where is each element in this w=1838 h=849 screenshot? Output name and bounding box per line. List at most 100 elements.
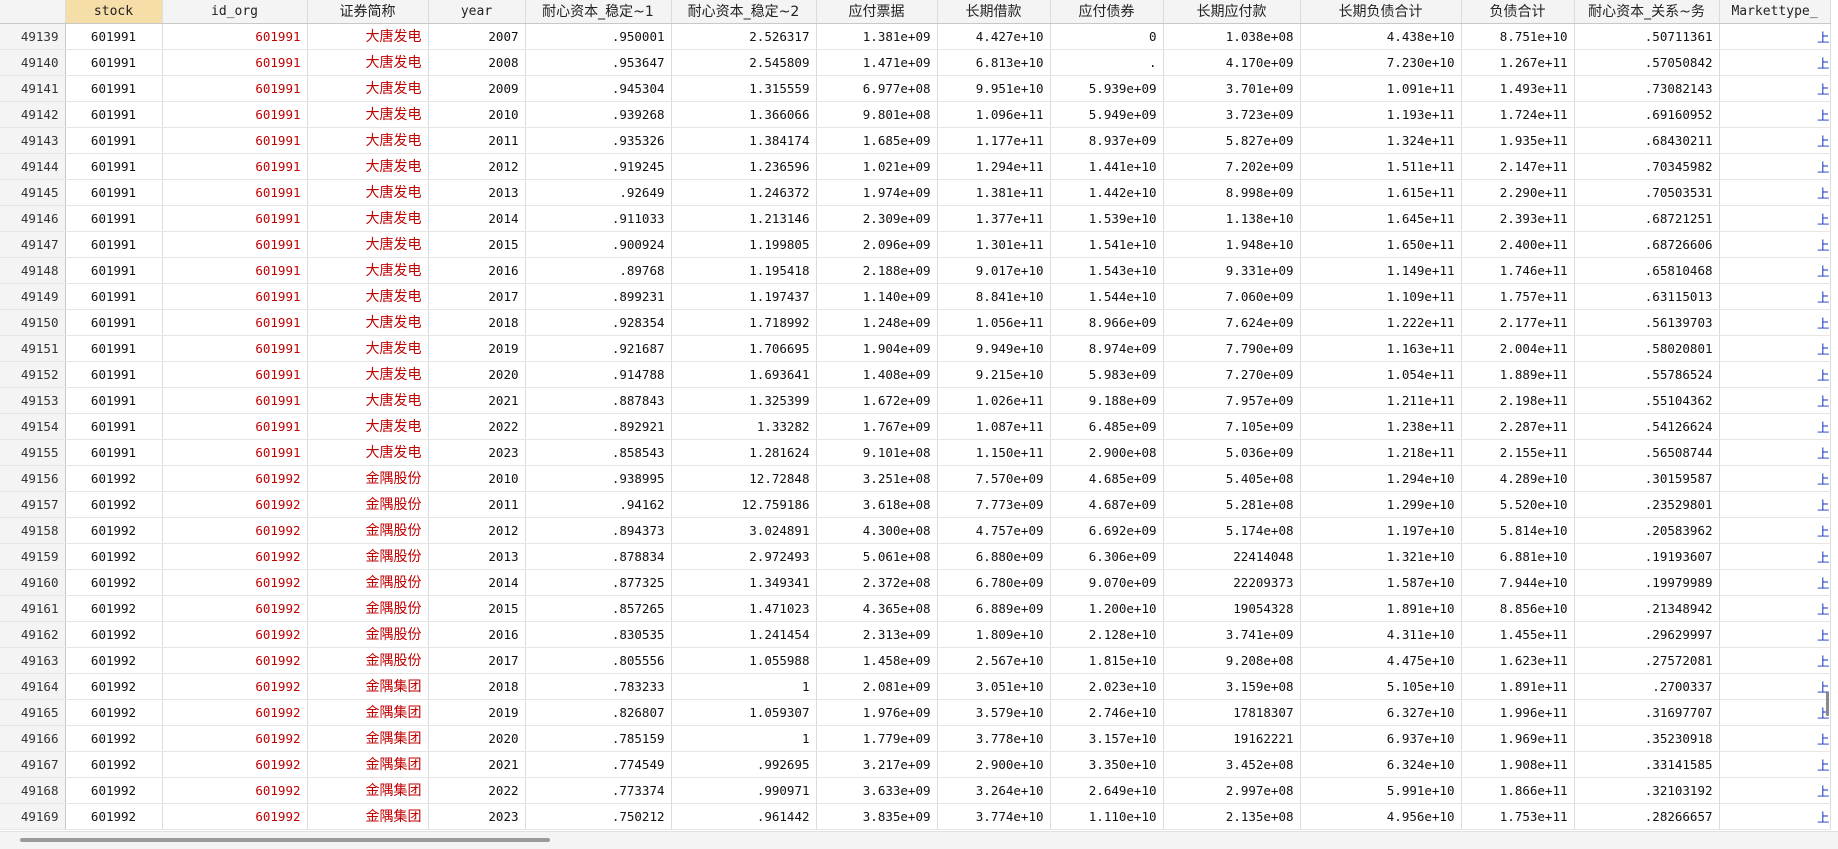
cell-long-term-payables[interactable]: 3.159e+08 [1163, 673, 1301, 700]
row-number[interactable]: 49148 [0, 257, 66, 284]
cell-bonds-payable[interactable]: 1.815e+10 [1050, 647, 1164, 674]
cell-total-long-term-liabilities[interactable]: 1.054e+11 [1300, 361, 1462, 388]
cell-stock[interactable]: 601992 [65, 673, 163, 700]
cell-long-term-borrowings[interactable]: 3.778e+10 [937, 725, 1051, 752]
cell-stock[interactable]: 601991 [65, 231, 163, 258]
cell-long-term-payables[interactable]: 7.202e+09 [1163, 153, 1301, 180]
cell-long-term-payables[interactable]: 7.624e+09 [1163, 309, 1301, 336]
table-row[interactable]: 49150 601991 601991 大唐发电 2018.928354 1.718992… [0, 309, 1831, 336]
table-row[interactable]: 49156 601992 601992 金隅股份 2010.938995 12.72848… [0, 465, 1831, 492]
cell-patient-capital-stable-2[interactable]: 1.325399 [671, 387, 817, 414]
cell-patient-capital-stable-2[interactable]: 12.72848 [671, 465, 817, 492]
cell-long-term-payables[interactable]: 5.281e+08 [1163, 491, 1301, 518]
cell-patient-capital-stable-1[interactable]: .911033 [525, 205, 672, 232]
cell-year[interactable]: 2019 [428, 699, 526, 726]
cell-markettype[interactable]: 上 [1719, 647, 1831, 674]
cell-bonds-payable[interactable]: 5.949e+09 [1050, 101, 1164, 128]
cell-total-liabilities[interactable]: 1.753e+11 [1461, 803, 1575, 830]
row-number[interactable]: 49167 [0, 751, 66, 778]
cell-total-long-term-liabilities[interactable]: 4.475e+10 [1300, 647, 1462, 674]
table-row[interactable]: 49167 601992 601992 金隅集团 2021.774549.992695 3… [0, 751, 1831, 778]
cell-security-name[interactable]: 金隅股份 [307, 621, 429, 648]
cell-long-term-borrowings[interactable]: 1.377e+11 [937, 205, 1051, 232]
cell-patient-capital-stable-2[interactable]: 1.055988 [671, 647, 817, 674]
cell-year[interactable]: 2015 [428, 595, 526, 622]
cell-long-term-borrowings[interactable]: 9.215e+10 [937, 361, 1051, 388]
row-number[interactable]: 49146 [0, 205, 66, 232]
cell-notes-payable[interactable]: 1.976e+09 [816, 699, 938, 726]
cell-notes-payable[interactable]: 2.188e+09 [816, 257, 938, 284]
cell-patient-capital-stable-2[interactable]: 1.059307 [671, 699, 817, 726]
cell-patient-capital-relation[interactable]: .23529801 [1574, 491, 1720, 518]
cell-patient-capital-stable-2[interactable]: 1.241454 [671, 621, 817, 648]
cell-patient-capital-relation[interactable]: .73082143 [1574, 75, 1720, 102]
cell-long-term-borrowings[interactable]: 1.301e+11 [937, 231, 1051, 258]
cell-security-name[interactable]: 大唐发电 [307, 257, 429, 284]
cell-year[interactable]: 2013 [428, 543, 526, 570]
table-row[interactable]: 49142 601991 601991 大唐发电 2010.939268 1.366066… [0, 101, 1831, 128]
cell-long-term-payables[interactable]: 19054328 [1163, 595, 1301, 622]
cell-bonds-payable[interactable]: 2.746e+10 [1050, 699, 1164, 726]
row-number[interactable]: 49145 [0, 179, 66, 206]
cell-year[interactable]: 2021 [428, 751, 526, 778]
cell-total-liabilities[interactable]: 2.004e+11 [1461, 335, 1575, 362]
cell-patient-capital-stable-2[interactable]: 1.195418 [671, 257, 817, 284]
cell-bonds-payable[interactable]: 6.485e+09 [1050, 413, 1164, 440]
cell-bonds-payable[interactable]: 1.544e+10 [1050, 283, 1164, 310]
cell-markettype[interactable]: 上 [1719, 777, 1831, 804]
cell-total-liabilities[interactable]: 6.881e+10 [1461, 543, 1575, 570]
cell-long-term-payables[interactable]: 1.038e+08 [1163, 23, 1301, 50]
cell-long-term-payables[interactable]: 9.208e+08 [1163, 647, 1301, 674]
cell-id-org[interactable]: 601991 [162, 335, 308, 362]
column-header-total-long-term-liabilities[interactable]: 长期负债合计 [1300, 0, 1462, 24]
cell-long-term-borrowings[interactable]: 1.381e+11 [937, 179, 1051, 206]
cell-security-name[interactable]: 大唐发电 [307, 75, 429, 102]
cell-year[interactable]: 2016 [428, 621, 526, 648]
cell-total-long-term-liabilities[interactable]: 1.222e+11 [1300, 309, 1462, 336]
cell-long-term-payables[interactable]: 7.105e+09 [1163, 413, 1301, 440]
cell-notes-payable[interactable]: 3.251e+08 [816, 465, 938, 492]
cell-total-liabilities[interactable]: 2.155e+11 [1461, 439, 1575, 466]
cell-patient-capital-stable-1[interactable]: .894373 [525, 517, 672, 544]
cell-patient-capital-relation[interactable]: .55104362 [1574, 387, 1720, 414]
cell-notes-payable[interactable]: 1.767e+09 [816, 413, 938, 440]
cell-long-term-borrowings[interactable]: 1.026e+11 [937, 387, 1051, 414]
cell-bonds-payable[interactable]: 2.649e+10 [1050, 777, 1164, 804]
cell-security-name[interactable]: 大唐发电 [307, 153, 429, 180]
cell-patient-capital-stable-2[interactable]: .961442 [671, 803, 817, 830]
cell-patient-capital-stable-1[interactable]: .750212 [525, 803, 672, 830]
cell-markettype[interactable]: 上 [1719, 49, 1831, 76]
cell-long-term-borrowings[interactable]: 3.264e+10 [937, 777, 1051, 804]
column-header-markettype[interactable]: Markettype_ [1719, 0, 1831, 24]
cell-bonds-payable[interactable]: 2.023e+10 [1050, 673, 1164, 700]
cell-total-liabilities[interactable]: 8.751e+10 [1461, 23, 1575, 50]
cell-stock[interactable]: 601991 [65, 387, 163, 414]
table-row[interactable]: 49161 601992 601992 金隅股份 2015.857265 1.471023… [0, 595, 1831, 622]
cell-security-name[interactable]: 金隅集团 [307, 725, 429, 752]
cell-patient-capital-relation[interactable]: .57050842 [1574, 49, 1720, 76]
table-row[interactable]: 49146 601991 601991 大唐发电 2014.911033 1.213146… [0, 205, 1831, 232]
cell-stock[interactable]: 601992 [65, 621, 163, 648]
cell-patient-capital-stable-1[interactable]: .89768 [525, 257, 672, 284]
cell-bonds-payable[interactable]: 1.441e+10 [1050, 153, 1164, 180]
cell-year[interactable]: 2021 [428, 387, 526, 414]
cell-security-name[interactable]: 大唐发电 [307, 231, 429, 258]
cell-notes-payable[interactable]: 1.021e+09 [816, 153, 938, 180]
table-row[interactable]: 49139 601991 601991 大唐发电 2007.950001 2.526317… [0, 23, 1831, 50]
cell-total-long-term-liabilities[interactable]: 1.299e+10 [1300, 491, 1462, 518]
cell-patient-capital-relation[interactable]: .56139703 [1574, 309, 1720, 336]
cell-notes-payable[interactable]: 9.801e+08 [816, 101, 938, 128]
table-row[interactable]: 49162 601992 601992 金隅股份 2016.830535 1.241454… [0, 621, 1831, 648]
cell-long-term-payables[interactable]: 19162221 [1163, 725, 1301, 752]
cell-security-name[interactable]: 大唐发电 [307, 413, 429, 440]
row-number[interactable]: 49147 [0, 231, 66, 258]
cell-security-name[interactable]: 大唐发电 [307, 179, 429, 206]
cell-long-term-borrowings[interactable]: 7.773e+09 [937, 491, 1051, 518]
column-header-bonds-payable[interactable]: 应付债券 [1050, 0, 1164, 24]
horizontal-scrollbar-thumb[interactable] [20, 838, 550, 842]
column-header-patient-capital-stable-2[interactable]: 耐心资本_稳定~2 [671, 0, 817, 24]
cell-long-term-payables[interactable]: 7.270e+09 [1163, 361, 1301, 388]
cell-long-term-borrowings[interactable]: 8.841e+10 [937, 283, 1051, 310]
cell-total-long-term-liabilities[interactable]: 1.197e+10 [1300, 517, 1462, 544]
cell-patient-capital-relation[interactable]: .2700337 [1574, 673, 1720, 700]
